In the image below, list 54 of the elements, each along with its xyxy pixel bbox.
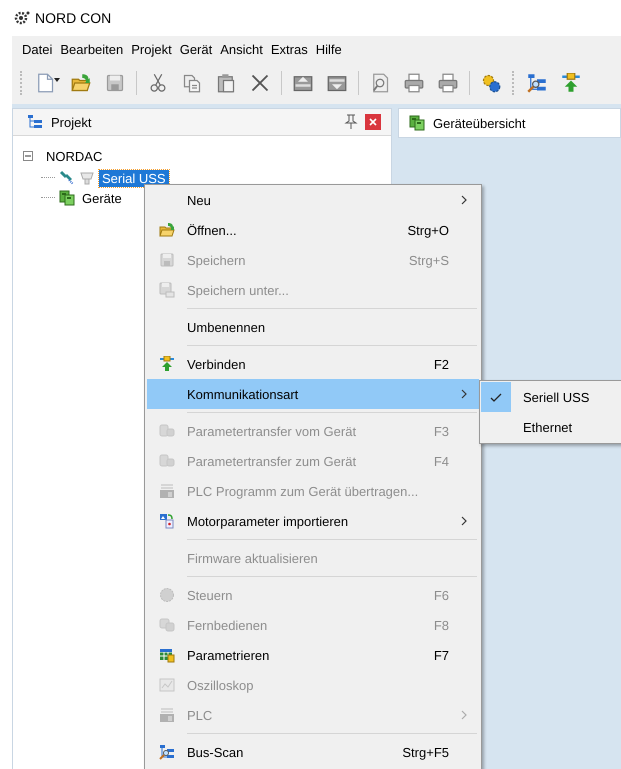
download-icon[interactable] <box>327 73 347 93</box>
panel-title: Projekt <box>51 114 92 130</box>
table-icon <box>159 647 175 663</box>
close-icon[interactable] <box>365 114 381 130</box>
menu-item[interactable]: Öffnen... Strg+O <box>147 215 479 245</box>
menu-item[interactable]: Ansicht <box>216 42 267 56</box>
devices-icon <box>409 115 425 131</box>
devices-icon <box>59 190 75 206</box>
cut-icon[interactable] <box>148 73 168 93</box>
menu-item[interactable]: Parametrieren F7 <box>147 640 479 670</box>
menu-item[interactable]: Ethernet <box>481 412 621 442</box>
menu-item[interactable]: Motorparameter importieren <box>147 506 479 536</box>
save-icon[interactable] <box>105 73 125 93</box>
menu-item[interactable]: Hilfe <box>312 42 346 56</box>
tree-item[interactable]: Geräte <box>79 190 125 206</box>
open-folder-icon[interactable] <box>71 73 91 93</box>
oscilloscope-icon <box>159 677 175 693</box>
delete-icon[interactable] <box>250 73 270 93</box>
save-as-icon <box>159 282 175 298</box>
menu-item[interactable]: Seriell USS <box>481 382 621 412</box>
cable-icon <box>59 170 75 186</box>
import-icon <box>159 513 175 529</box>
menu-item[interactable]: Kommunikationsart <box>147 379 479 409</box>
upload-icon[interactable] <box>293 73 313 93</box>
bus-scan-icon[interactable] <box>527 73 547 93</box>
menu-item[interactable]: Datei <box>18 42 56 56</box>
printer-icon[interactable] <box>404 73 424 93</box>
collapse-icon[interactable] <box>23 151 33 161</box>
bus-scan-icon <box>159 744 175 760</box>
paste-icon[interactable] <box>216 73 236 93</box>
save-icon <box>159 252 175 268</box>
open-folder-icon <box>159 222 175 238</box>
menu-item[interactable]: Extras <box>266 42 312 56</box>
copy-icon[interactable] <box>182 73 202 93</box>
window-title: NORD CON <box>35 10 112 26</box>
menu-item[interactable]: Bus-Scan Strg+F5 <box>147 737 479 767</box>
menu-item[interactable]: Umbenennen <box>147 312 479 342</box>
menu-item[interactable]: Gerät <box>176 42 216 56</box>
menu-item[interactable]: Verbinden F2 <box>147 349 479 379</box>
menu-item[interactable]: Neu <box>147 185 479 215</box>
pin-icon[interactable] <box>343 114 359 130</box>
tree-item[interactable]: NORDAC <box>43 148 106 164</box>
connect-icon <box>159 356 175 372</box>
checkmark-icon <box>490 392 502 402</box>
menu-item[interactable]: Bearbeiten <box>56 42 128 56</box>
tree-item[interactable]: Serial USS <box>99 170 169 186</box>
menu-item[interactable]: Projekt <box>127 42 176 56</box>
tree-icon <box>27 114 43 130</box>
document-tab[interactable]: Geräteübersicht <box>398 108 621 138</box>
print-preview-icon[interactable] <box>370 73 390 93</box>
printer-icon[interactable] <box>438 73 458 93</box>
connect-icon[interactable] <box>561 73 581 93</box>
gear-icon <box>14 10 30 26</box>
gears-icon[interactable] <box>481 73 501 93</box>
